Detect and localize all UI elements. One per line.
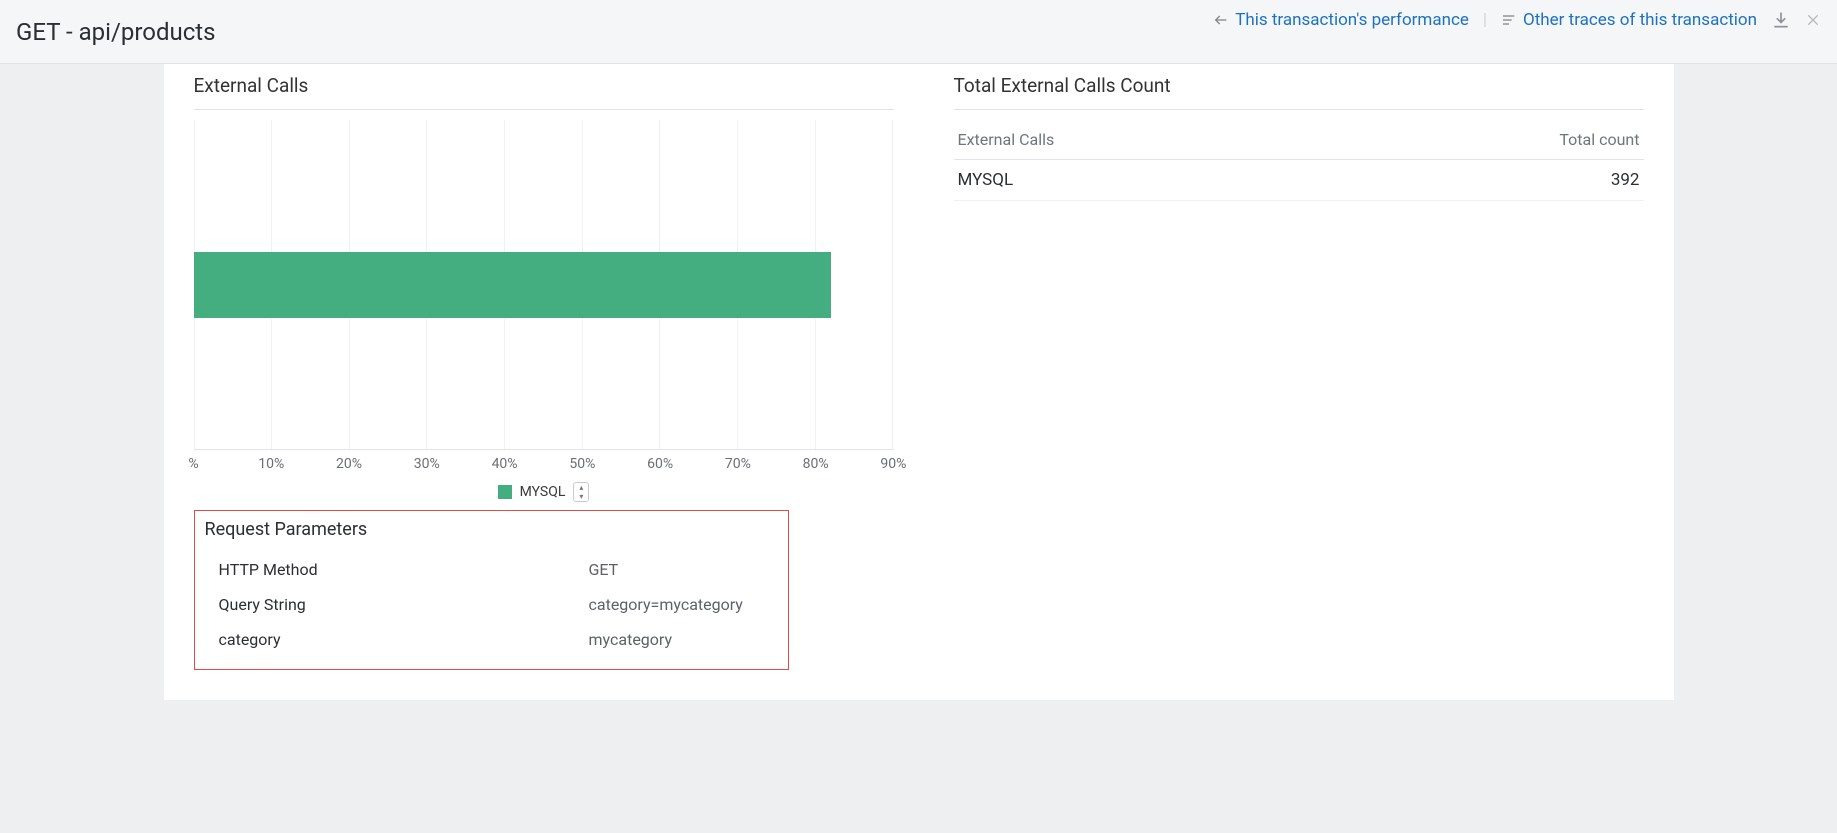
- chart-legend: MYSQL ▴ ▾: [194, 482, 894, 502]
- legend-swatch: [498, 485, 512, 499]
- top-bar: GET - api/products This transaction's pe…: [0, 0, 1837, 64]
- count-table-header: External Calls Total count: [954, 120, 1644, 160]
- request-param-label: HTTP Method: [219, 560, 589, 579]
- legend-label: MYSQL: [520, 484, 566, 500]
- request-parameters-title: Request Parameters: [205, 519, 778, 540]
- total-count-title: Total External Calls Count: [954, 64, 1644, 110]
- chevron-up-icon: ▴: [574, 483, 588, 492]
- count-name: MYSQL: [958, 170, 1014, 190]
- external-calls-title: External Calls: [194, 64, 894, 110]
- request-param-row: HTTP MethodGET: [205, 552, 778, 587]
- topbar-links: This transaction's performance | Other t…: [1213, 10, 1821, 30]
- other-traces-label: Other traces of this transaction: [1523, 10, 1757, 30]
- count-value: 392: [1611, 170, 1640, 190]
- close-icon[interactable]: [1805, 12, 1821, 28]
- request-param-value: category=mycategory: [589, 595, 743, 614]
- main-content: External Calls %10%20%30%40%50%60%70%80%…: [164, 64, 1674, 700]
- request-param-label: Query String: [219, 595, 589, 614]
- count-header-count: Total count: [1559, 130, 1639, 149]
- transaction-performance-link[interactable]: This transaction's performance: [1213, 10, 1469, 30]
- separator: |: [1483, 10, 1487, 30]
- other-traces-link[interactable]: Other traces of this transaction: [1501, 10, 1757, 30]
- count-header-name: External Calls: [958, 130, 1055, 149]
- external-calls-panel: External Calls %10%20%30%40%50%60%70%80%…: [194, 64, 894, 670]
- request-param-value: mycategory: [589, 630, 673, 649]
- download-icon[interactable]: [1771, 10, 1791, 30]
- request-param-row: Query Stringcategory=mycategory: [205, 587, 778, 622]
- chevron-down-icon: ▾: [574, 492, 588, 501]
- list-icon: [1501, 12, 1517, 28]
- total-count-panel: Total External Calls Count External Call…: [954, 64, 1644, 670]
- transaction-performance-label: This transaction's performance: [1235, 10, 1469, 30]
- chart-bar[interactable]: [194, 252, 831, 318]
- request-param-row: categorymycategory: [205, 622, 778, 657]
- request-parameters-panel: Request Parameters HTTP MethodGETQuery S…: [194, 510, 789, 670]
- page-title: GET - api/products: [16, 18, 216, 46]
- request-param-label: category: [219, 630, 589, 649]
- request-param-value: GET: [589, 560, 619, 579]
- external-calls-chart: %10%20%30%40%50%60%70%80%90% MYSQL ▴ ▾: [194, 120, 894, 490]
- count-row: MYSQL 392: [954, 160, 1644, 201]
- legend-stepper[interactable]: ▴ ▾: [573, 482, 589, 502]
- arrow-left-icon: [1213, 12, 1229, 28]
